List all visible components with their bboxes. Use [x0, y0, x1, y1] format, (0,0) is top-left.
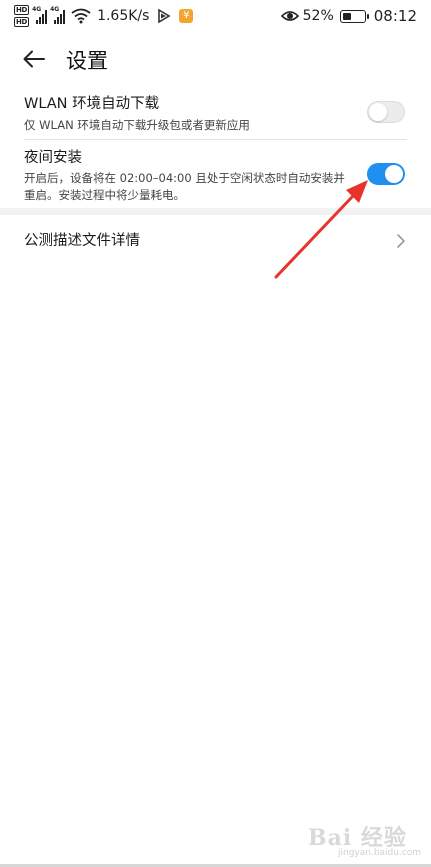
- battery-percent: 52%: [302, 8, 334, 24]
- night-install-toggle[interactable]: [367, 163, 405, 185]
- divider: [24, 139, 407, 140]
- setting-subtitle: 开启后，设备将在 02:00–04:00 且处于空闲状态时自动安装并 重启。安装…: [24, 170, 359, 204]
- back-button[interactable]: [18, 44, 50, 74]
- setting-wlan-download[interactable]: WLAN 环境自动下载 仅 WLAN 环境自动下载升级包或者更新应用: [24, 94, 409, 134]
- network-type-label: 4G: [50, 6, 60, 13]
- watermark-subtext: jingyan.baidu.com: [338, 848, 422, 858]
- hd-badge: HD: [14, 17, 30, 27]
- toggle-knob: [369, 103, 387, 121]
- setting-night-install[interactable]: 夜间安装 开启后，设备将在 02:00–04:00 且处于空闲状态时自动安装并 …: [24, 148, 359, 204]
- setting-subtitle: 仅 WLAN 环境自动下载升级包或者更新应用: [24, 118, 250, 132]
- status-bar: HD HD 4G 4G 1.65K/s ¥ 52% 08:12: [0, 0, 431, 32]
- chevron-right-icon: [397, 234, 405, 248]
- net-speed: 1.65K/s: [97, 8, 150, 24]
- page-title: 设置: [66, 49, 108, 73]
- status-bar-right: 52% 08:12: [280, 0, 417, 32]
- app-header: 设置: [0, 36, 431, 82]
- setting-title: WLAN 环境自动下载: [24, 96, 160, 112]
- play-icon: [158, 9, 172, 23]
- eye-icon: [280, 11, 299, 21]
- setting-title: 夜间安装: [24, 150, 82, 166]
- signal-icon: 4G: [50, 6, 66, 24]
- network-type-label: 4G: [32, 6, 42, 13]
- wifi-icon: [71, 8, 91, 24]
- toggle-knob: [385, 165, 403, 183]
- section-separator: [0, 208, 431, 215]
- setting-subtitle-line: 开启后，设备将在 02:00–04:00 且处于空闲状态时自动安装并: [24, 171, 345, 185]
- hd-badge: HD: [14, 5, 30, 15]
- setting-beta-details[interactable]: 公测描述文件详情: [24, 231, 409, 251]
- battery-fill: [342, 12, 352, 20]
- setting-subtitle-line: 重启。安装过程中将少量耗电。: [24, 188, 185, 202]
- setting-title: 公测描述文件详情: [24, 233, 140, 249]
- clock: 08:12: [373, 7, 417, 25]
- app-badge-icon: ¥: [179, 9, 194, 23]
- hd-icon: HD HD: [14, 5, 30, 27]
- status-bar-left: HD HD 4G 4G 1.65K/s ¥: [14, 0, 194, 32]
- watermark: Bai 经验 jingyan.baidu.com: [308, 820, 428, 864]
- signal-icon: 4G: [32, 6, 48, 24]
- wlan-download-toggle[interactable]: [367, 101, 405, 123]
- battery-icon: [339, 9, 369, 23]
- arrow-left-icon: [23, 50, 45, 68]
